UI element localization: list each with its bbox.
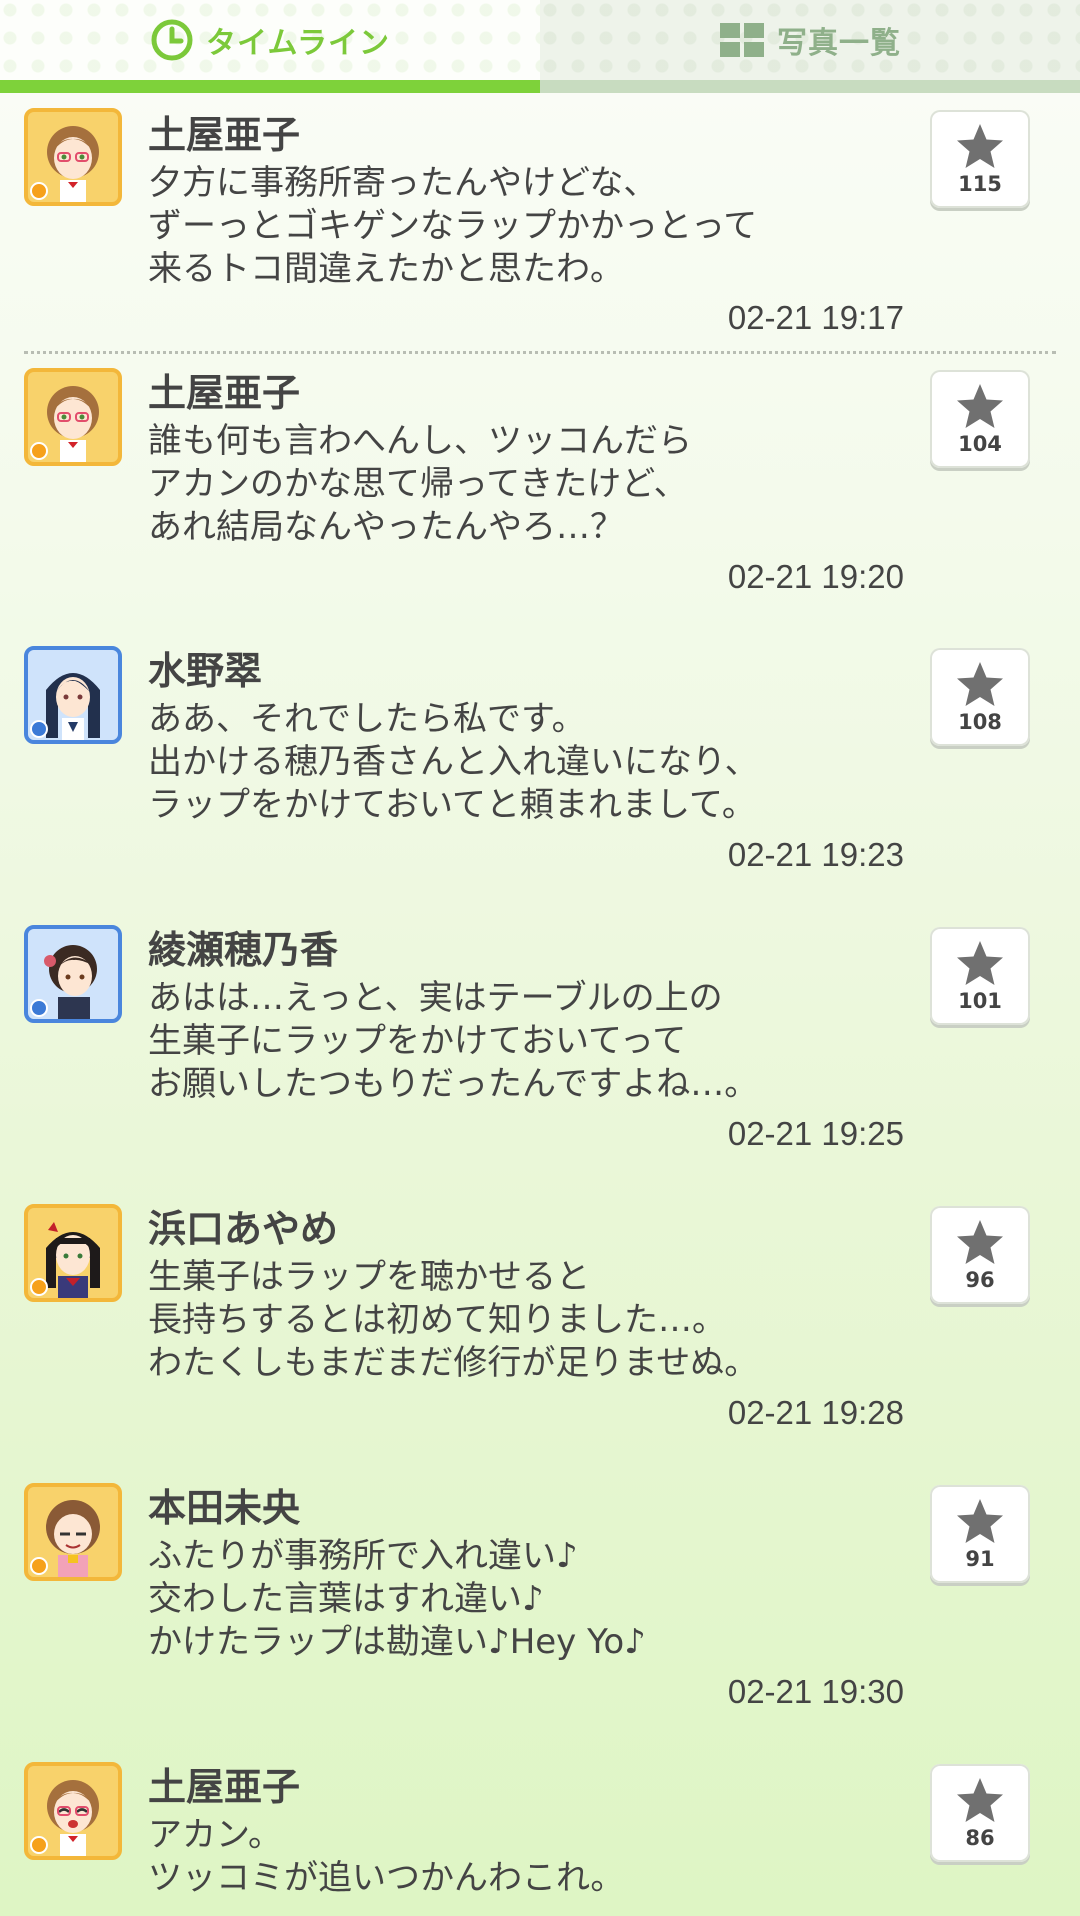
- cute-type-icon: [30, 182, 48, 200]
- post-author: 土屋亜子: [148, 1765, 301, 1809]
- post-timestamp: 02-21 19:30: [727, 1673, 904, 1710]
- post-timestamp: 02-21 19:23: [727, 836, 904, 873]
- avatar[interactable]: [24, 1762, 122, 1860]
- post-author: 土屋亜子: [148, 371, 301, 415]
- post-message: アカン。 ツッコミが追いつかんわこれ。: [148, 1815, 625, 1898]
- cute-type-icon: [30, 1557, 48, 1575]
- like-button[interactable]: 96: [930, 1206, 1030, 1304]
- like-button[interactable]: 86: [930, 1764, 1030, 1862]
- star-icon: [957, 384, 1003, 428]
- post-message: ああ、それでしたら私です。 出かける穂乃香さんと入れ違いになり、 ラップをかけて…: [148, 699, 759, 825]
- cute-type-icon: [30, 1836, 48, 1854]
- post-message: ふたりが事務所で入れ違い♪ 交わした言葉はすれ違い♪ かけたラップは勘違い♪He…: [148, 1536, 646, 1662]
- like-count: 96: [965, 1268, 995, 1292]
- like-count: 115: [958, 172, 1002, 196]
- tab-active-indicator: [0, 80, 540, 93]
- tab-timeline[interactable]: タイムライン: [0, 0, 540, 80]
- like-button[interactable]: 108: [930, 648, 1030, 746]
- tab-inactive-indicator: [540, 80, 1080, 93]
- like-count: 104: [958, 432, 1002, 456]
- cute-type-icon: [30, 1278, 48, 1296]
- avatar[interactable]: [24, 925, 122, 1023]
- star-icon: [957, 1220, 1003, 1264]
- like-button[interactable]: 104: [930, 370, 1030, 468]
- post-author: 綾瀬穂乃香: [148, 928, 339, 972]
- post-timestamp: 02-21 19:20: [727, 558, 904, 595]
- star-icon: [957, 1778, 1003, 1822]
- post-author: 土屋亜子: [148, 113, 301, 157]
- like-count: 108: [958, 710, 1002, 734]
- like-count: 86: [965, 1826, 995, 1850]
- post-author: 水野翠: [148, 649, 263, 693]
- avatar[interactable]: [24, 108, 122, 206]
- star-icon: [957, 1499, 1003, 1543]
- like-count: 101: [958, 989, 1002, 1013]
- post-message: あはは…えっと、実はテーブルの上の 生菓子にラップをかけておいてって お願いした…: [148, 978, 759, 1104]
- avatar[interactable]: [24, 1204, 122, 1302]
- like-button[interactable]: 115: [930, 110, 1030, 208]
- post-message: 誰も何も言わへんし、ツッコんだら アカンのかな思て帰ってきたけど、 あれ結局なん…: [148, 421, 692, 547]
- avatar[interactable]: [24, 1483, 122, 1581]
- avatar[interactable]: [24, 646, 122, 744]
- post-timestamp: 02-21 19:28: [727, 1394, 904, 1431]
- tab-bar: タイムライン 写真一覧: [0, 0, 1080, 94]
- tab-photos[interactable]: 写真一覧: [540, 0, 1080, 80]
- grid-icon: [719, 22, 765, 58]
- cool-type-icon: [30, 720, 48, 738]
- star-icon: [957, 662, 1003, 706]
- cool-type-icon: [30, 999, 48, 1017]
- post-timestamp: 02-21 19:25: [727, 1115, 904, 1152]
- like-button[interactable]: 91: [930, 1485, 1030, 1583]
- post-message: 生菓子はラップを聴かせると 長持ちするとは初めて知りました…。 わたくしもまだま…: [148, 1257, 759, 1383]
- tab-timeline-label: タイムライン: [206, 26, 390, 61]
- clock-icon: [150, 18, 194, 62]
- star-icon: [957, 124, 1003, 168]
- cute-type-icon: [30, 442, 48, 460]
- divider: [24, 351, 1056, 354]
- post-message: 夕方に事務所寄ったんやけどな、 ずーっとゴキゲンなラップかかっとって 来るトコ間…: [148, 163, 758, 289]
- tab-photos-label: 写真一覧: [777, 26, 901, 61]
- like-button[interactable]: 101: [930, 927, 1030, 1025]
- post-timestamp: 02-21 19:17: [727, 299, 904, 336]
- like-count: 91: [965, 1547, 995, 1571]
- avatar[interactable]: [24, 368, 122, 466]
- post-author: 本田未央: [148, 1486, 301, 1530]
- post-author: 浜口あやめ: [148, 1207, 339, 1251]
- star-icon: [957, 941, 1003, 985]
